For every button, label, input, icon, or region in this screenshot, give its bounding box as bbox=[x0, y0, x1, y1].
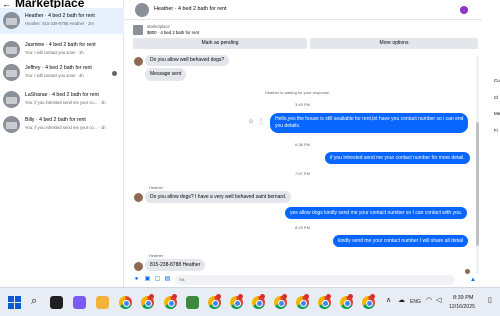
seen-avatar bbox=[112, 71, 117, 76]
conversation-preview: You: if you intrested send me your co...… bbox=[25, 100, 106, 105]
notification-badge bbox=[304, 294, 309, 299]
message-line: Hello,yes the house is still available f… bbox=[275, 116, 464, 122]
status-notice: Heather is waiting for your response. bbox=[265, 90, 331, 95]
conversation-name: LaSharae · 4 bed 2 bath for rent bbox=[25, 92, 99, 98]
chat-header: Heather · 4 bed 2 bath for rent ⋮ bbox=[125, 0, 482, 20]
wifi-icon[interactable]: ◠ bbox=[426, 296, 432, 306]
timestamp: 6:38 PM bbox=[295, 142, 310, 147]
side-label[interactable]: Cu bbox=[494, 78, 500, 83]
listing-card: Marketplace $800 · 4 bed 2 bath for rent… bbox=[125, 21, 482, 51]
timestamp: 8:29 PM bbox=[295, 225, 310, 230]
sender-name: Heather bbox=[149, 185, 164, 190]
notification-badge bbox=[260, 294, 265, 299]
chrome-icon[interactable] bbox=[119, 296, 132, 309]
react-icon[interactable]: ☺ bbox=[248, 119, 254, 126]
conversation-preview: You: I will contact you soon · 1h bbox=[25, 50, 84, 55]
conversation-preview: You: if you intrested send me your co...… bbox=[25, 125, 106, 130]
contact-avatar bbox=[134, 262, 143, 271]
chat-title[interactable]: Heather · 4 bed 2 bath for rent bbox=[154, 6, 227, 12]
outgoing-message: if you intrested send me your contact nu… bbox=[325, 152, 470, 164]
listing-image[interactable] bbox=[133, 25, 143, 35]
conversation-name: Billy · 4 bed 2 bath for rent bbox=[25, 117, 86, 123]
sticker-icon[interactable]: ▢ bbox=[154, 276, 161, 283]
right-panel: Cu Cl Me Fi bbox=[482, 0, 500, 287]
more-icon[interactable]: ⋮ bbox=[460, 6, 468, 14]
conversation-preview: Heather: 815-238-8788 Heather · 2m bbox=[25, 21, 94, 26]
notification-badge bbox=[149, 294, 154, 299]
notification-badge bbox=[370, 294, 375, 299]
incoming-message: Do you allow well behaved dogs? bbox=[145, 55, 230, 66]
screen: ← Marketplace Heather · 4 bed 2 bath for… bbox=[0, 0, 500, 316]
chevron-up-icon[interactable]: ∧ bbox=[386, 296, 391, 306]
listing-thumbnail bbox=[3, 64, 20, 81]
notification-badge bbox=[348, 294, 353, 299]
outgoing-message: Hello,yes the house is still available f… bbox=[270, 113, 469, 133]
listing-source: Marketplace bbox=[147, 24, 170, 29]
listing-thumbnail bbox=[3, 91, 20, 108]
listing-thumbnail bbox=[3, 116, 20, 133]
conversation-item-jeffrey[interactable]: Jeffrey · 4 bed 2 bath for rent You: I w… bbox=[0, 60, 124, 86]
side-label[interactable]: Me bbox=[494, 111, 500, 116]
clock-date[interactable]: 12/16/2025 bbox=[449, 304, 475, 310]
notification-badge bbox=[172, 294, 177, 299]
listing-thumbnail bbox=[3, 41, 20, 58]
file-explorer-icon[interactable] bbox=[96, 296, 109, 309]
task-view-icon[interactable] bbox=[50, 296, 63, 309]
volume-icon[interactable]: ◁ bbox=[436, 296, 441, 306]
conversation-name: Jeffrey · 4 bed 2 bath for rent bbox=[25, 65, 92, 71]
outgoing-message: yes allow dogs kindly send me your conta… bbox=[285, 207, 468, 219]
timestamp: 3:49 PM bbox=[295, 102, 310, 107]
chat-panel: Heather · 4 bed 2 bath for rent ⋮ Market… bbox=[125, 0, 482, 287]
clock-time[interactable]: 8:39 PM bbox=[453, 295, 473, 301]
cloud-icon[interactable]: ☁ bbox=[398, 296, 405, 306]
listing-price[interactable]: $800 · 4 bed 2 bath for rent bbox=[147, 30, 199, 35]
message-line: you details. bbox=[275, 122, 301, 129]
message-composer: ● ▣ ▢ ▤ Aa ▲ bbox=[125, 274, 482, 287]
more-options-button[interactable]: More options bbox=[310, 38, 478, 49]
language-indicator[interactable]: ENG bbox=[410, 299, 421, 305]
chat-avatar[interactable] bbox=[135, 3, 149, 17]
contact-avatar bbox=[134, 57, 143, 66]
conversation-item-heather[interactable]: Heather · 4 bed 2 bath for rent Heather:… bbox=[0, 8, 124, 34]
notification-badge bbox=[282, 294, 287, 299]
scrollbar-thumb[interactable] bbox=[476, 122, 479, 246]
notification-bell-icon[interactable]: ▯ bbox=[488, 296, 492, 306]
mark-as-pending-button[interactable]: Mark as pending bbox=[133, 38, 307, 49]
conversation-name: Heather · 4 bed 2 bath for rent bbox=[25, 13, 95, 19]
start-icon[interactable] bbox=[8, 296, 21, 309]
image-icon[interactable]: ▣ bbox=[144, 276, 151, 283]
notification-badge bbox=[216, 294, 221, 299]
incoming-message: 815-238-8788 Heather bbox=[145, 259, 206, 271]
incoming-message: Do you allow dogs? I have a very well be… bbox=[145, 191, 292, 203]
side-label[interactable]: Cl bbox=[494, 95, 498, 100]
notification-badge bbox=[238, 294, 243, 299]
conversation-item-lasharae[interactable]: LaSharae · 4 bed 2 bath for rent You: if… bbox=[0, 87, 124, 113]
timestamp: 7:57 PM bbox=[295, 171, 310, 176]
gif-icon[interactable]: ▤ bbox=[164, 276, 171, 283]
more-icon[interactable]: ⋮ bbox=[258, 119, 264, 126]
contact-avatar bbox=[134, 193, 143, 202]
conversation-name: Jasmine · 4 bed 2 bath for rent bbox=[25, 42, 96, 48]
microphone-icon[interactable]: ● bbox=[133, 276, 140, 283]
side-label[interactable]: Fi bbox=[494, 128, 498, 133]
incoming-message: Message sent bbox=[145, 68, 187, 81]
conversation-item-billy[interactable]: Billy · 4 bed 2 bath for rent You: if yo… bbox=[0, 112, 124, 138]
listing-thumbnail bbox=[3, 12, 20, 29]
outgoing-message: kindly send me your contact number I wil… bbox=[333, 235, 469, 247]
conversation-list-panel: ← Marketplace Heather · 4 bed 2 bath for… bbox=[0, 0, 124, 287]
teams-icon[interactable] bbox=[73, 296, 86, 309]
sender-name: Heather bbox=[149, 253, 164, 258]
conversation-preview: You: I will contact you soon · 4h bbox=[25, 73, 84, 78]
taskbar: ⌕ ∧ ☁ ENG ◠ ◁ 8:39 PM 12/16/2025 ▯ bbox=[0, 287, 500, 316]
search-icon[interactable]: ⌕ bbox=[31, 295, 37, 308]
message-input[interactable]: Aa bbox=[175, 275, 455, 285]
app-icon[interactable] bbox=[186, 296, 199, 309]
like-icon[interactable]: ▲ bbox=[469, 276, 477, 284]
notification-badge bbox=[326, 294, 331, 299]
